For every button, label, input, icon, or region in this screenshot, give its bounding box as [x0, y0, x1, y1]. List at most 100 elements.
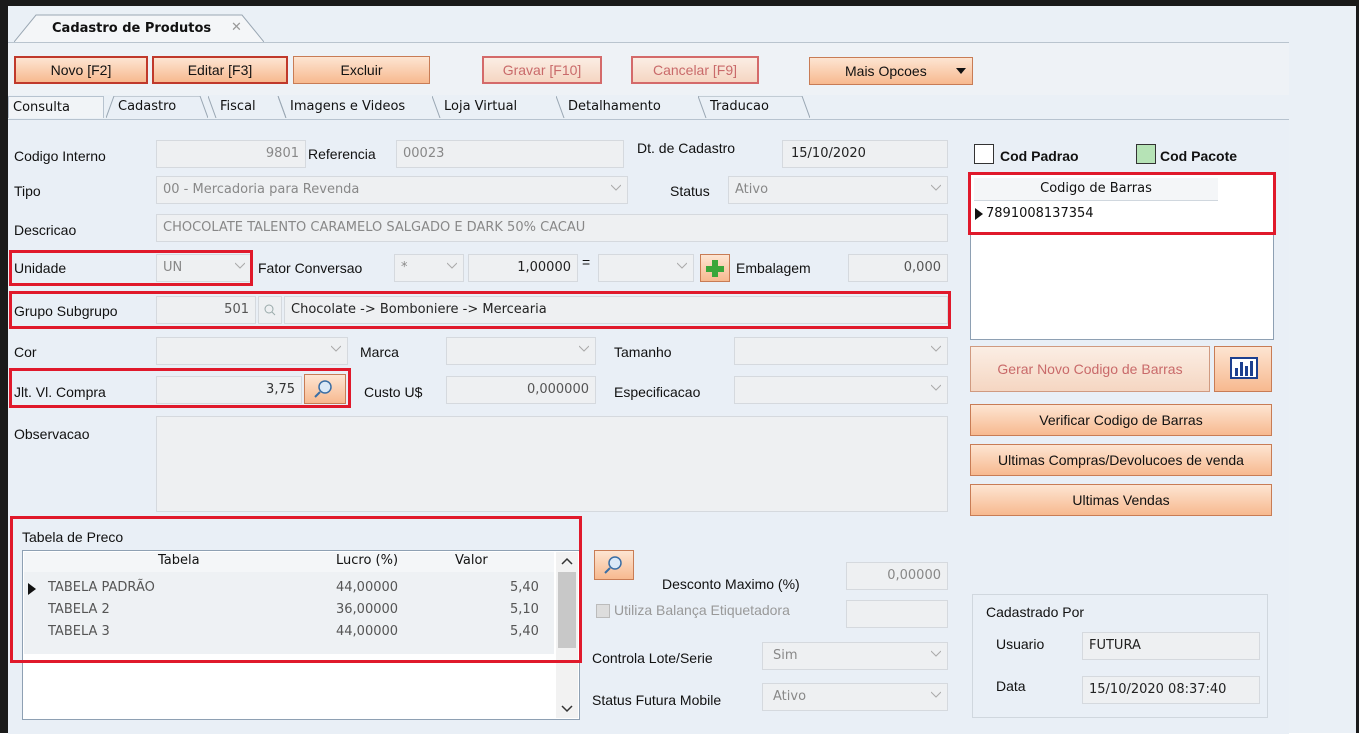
- cor-select[interactable]: [156, 337, 348, 365]
- dt-cadastro-field[interactable]: 15/10/2020: [782, 140, 948, 168]
- tab-detalhamento[interactable]: Detalhamento: [556, 96, 706, 118]
- verificar-barcode-button[interactable]: Verificar Codigo de Barras: [970, 404, 1272, 436]
- referencia-field[interactable]: 00023: [396, 140, 624, 168]
- data-field[interactable]: 15/10/2020 08:37:40: [1082, 676, 1260, 704]
- lote-value: Sim: [773, 648, 798, 663]
- tab-imagens[interactable]: Imagens e Videos: [278, 96, 430, 118]
- mobile-label: Status Futura Mobile: [592, 692, 722, 708]
- balanca-label: Utiliza Balança Etiquetadora: [614, 602, 790, 618]
- desconto-field[interactable]: 0,00000: [846, 562, 948, 590]
- desconto-label: Desconto Maximo (%): [662, 576, 800, 592]
- barcode-chart-button[interactable]: [1214, 346, 1272, 392]
- cadastrado-title: Cadastrado Por: [986, 604, 1085, 620]
- chevron-down-icon: [931, 345, 941, 352]
- tab-loja-virtual[interactable]: Loja Virtual: [432, 96, 562, 118]
- search-icon: [604, 556, 622, 574]
- chevron-down-icon: [931, 650, 941, 657]
- cod-pacote-swatch[interactable]: [1136, 144, 1156, 164]
- document-tab-title: Cadastro de Produtos: [52, 21, 212, 36]
- novo-button[interactable]: Novo [F2]: [14, 56, 148, 84]
- tab-cadastro[interactable]: Cadastro: [106, 96, 208, 118]
- data-label: Data: [996, 678, 1026, 694]
- excluir-button[interactable]: Excluir: [293, 56, 430, 84]
- usuario-label: Usuario: [996, 636, 1045, 652]
- highlight-unidade: [9, 250, 253, 286]
- gerar-barcode-button[interactable]: Gerar Novo Codigo de Barras: [970, 346, 1210, 392]
- tab-label: Cadastro: [118, 99, 177, 114]
- ultimas-compras-button[interactable]: Ultimas Compras/Devolucoes de venda: [970, 444, 1272, 476]
- plus-icon: [706, 260, 724, 277]
- lote-label: Controla Lote/Serie: [592, 650, 713, 666]
- fator-op-select[interactable]: *: [394, 254, 464, 282]
- observacao-label: Observacao: [14, 426, 90, 442]
- marca-select[interactable]: [446, 337, 596, 365]
- tipo-label: Tipo: [14, 183, 41, 199]
- close-icon[interactable]: ✕: [231, 20, 242, 35]
- embalagem-label: Embalagem: [736, 260, 811, 276]
- chevron-down-icon: [331, 345, 341, 352]
- gravar-button[interactable]: Gravar [F10]: [482, 56, 602, 84]
- ultimas-vendas-button[interactable]: Ultimas Vendas: [970, 484, 1272, 516]
- usuario-field[interactable]: FUTURA: [1082, 632, 1260, 660]
- chevron-down-icon: [579, 345, 589, 352]
- fator-value-field[interactable]: 1,00000: [468, 254, 578, 282]
- mobile-select[interactable]: Ativo: [762, 683, 948, 711]
- cod-padrao-swatch[interactable]: [974, 144, 994, 164]
- cancelar-button[interactable]: Cancelar [F9]: [631, 56, 759, 84]
- cod-padrao-label: Cod Padrao: [1000, 148, 1079, 164]
- mobile-value: Ativo: [773, 689, 807, 704]
- balanca-checkbox[interactable]: [596, 604, 610, 618]
- add-button[interactable]: [700, 254, 730, 282]
- especificacao-select[interactable]: [734, 376, 948, 404]
- fator-label: Fator Conversao: [258, 260, 363, 276]
- referencia-label: Referencia: [308, 146, 376, 162]
- embalagem-field[interactable]: 0,000: [848, 254, 948, 282]
- mais-opcoes-label: Mais Opcoes: [845, 63, 927, 79]
- tab-label: Loja Virtual: [444, 99, 518, 114]
- barcode-chart-icon: [1230, 357, 1258, 379]
- codigo-field[interactable]: 9801: [156, 140, 306, 168]
- custo-label: Custo U$: [364, 384, 423, 400]
- chevron-down-icon: [677, 262, 687, 269]
- chevron-down-icon: [447, 262, 457, 269]
- document-tab[interactable]: Cadastro de Produtos ✕: [14, 14, 264, 42]
- highlight-ult-compra: [9, 368, 351, 408]
- highlight-barcode: [968, 172, 1276, 235]
- highlight-tabela-preco: [10, 516, 582, 663]
- tab-label: Consulta: [13, 100, 70, 115]
- desconto-search-button[interactable]: [594, 550, 634, 580]
- descricao-field[interactable]: CHOCOLATE TALENTO CARAMELO SALGADO E DAR…: [156, 214, 948, 242]
- status-value: Ativo: [735, 182, 769, 197]
- status-select[interactable]: Ativo: [728, 176, 948, 204]
- tab-label: Imagens e Videos: [290, 99, 406, 114]
- chevron-down-icon: [931, 691, 941, 698]
- tamanho-select[interactable]: [734, 337, 948, 365]
- editar-button[interactable]: Editar [F3]: [152, 56, 288, 84]
- tab-label: Traducao: [710, 99, 769, 114]
- cor-label: Cor: [14, 344, 37, 360]
- chevron-down-icon: [931, 184, 941, 191]
- lote-select[interactable]: Sim: [762, 642, 948, 670]
- tipo-value: 00 - Mercadoria para Revenda: [163, 182, 360, 197]
- dropdown-arrow-icon: [956, 68, 966, 74]
- dt-cadastro-label: Dt. de Cadastro: [637, 140, 736, 156]
- status-label: Status: [670, 183, 710, 199]
- tamanho-label: Tamanho: [614, 344, 672, 360]
- mais-opcoes-button[interactable]: Mais Opcoes: [809, 57, 973, 85]
- descricao-label: Descricao: [14, 222, 77, 238]
- equals-sign: =: [582, 254, 591, 270]
- observacao-field[interactable]: [156, 416, 948, 512]
- chevron-down-icon: [611, 184, 621, 191]
- tab-traducao[interactable]: Traducao: [698, 96, 810, 118]
- marca-label: Marca: [360, 344, 399, 360]
- tab-consulta[interactable]: Consulta: [8, 96, 104, 118]
- balanca-field[interactable]: [846, 600, 948, 628]
- fator-op-value: *: [401, 260, 408, 275]
- tipo-select[interactable]: 00 - Mercadoria para Revenda: [156, 176, 628, 204]
- fator-unit-select[interactable]: [598, 254, 694, 282]
- especificacao-label: Especificacao: [614, 384, 701, 400]
- custo-field[interactable]: 0,000000: [446, 376, 596, 404]
- tab-fiscal[interactable]: Fiscal: [208, 96, 286, 118]
- chevron-down-icon: [561, 705, 573, 713]
- tab-label: Fiscal: [220, 99, 256, 114]
